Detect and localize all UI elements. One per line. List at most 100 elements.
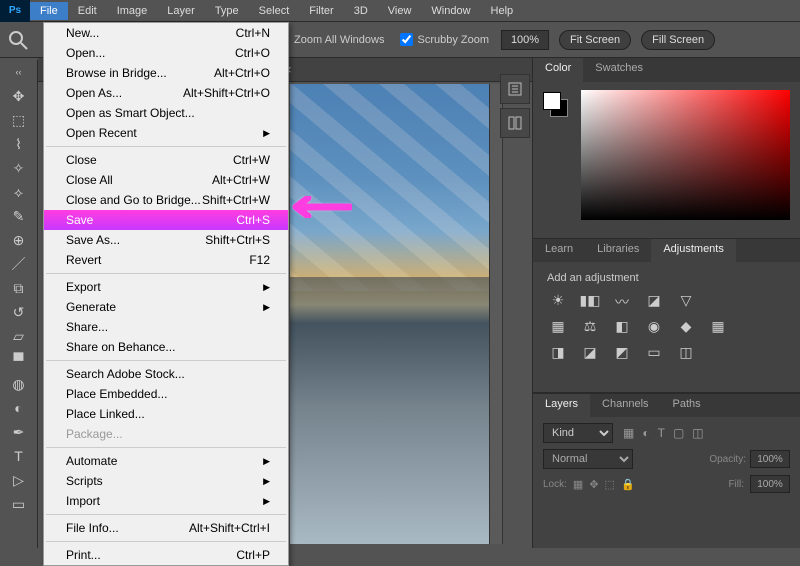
brightness-icon[interactable]: ☀ — [547, 292, 569, 310]
file-menu-share-on-behance[interactable]: Share on Behance... — [44, 337, 288, 357]
marquee-tool[interactable]: ⬚ — [0, 108, 37, 132]
file-menu-save[interactable]: SaveCtrl+S — [44, 210, 288, 230]
file-menu-print[interactable]: Print...Ctrl+P — [44, 545, 288, 565]
fill-input[interactable] — [750, 475, 790, 493]
menu-edit[interactable]: Edit — [68, 2, 107, 20]
crop-tool[interactable]: ⟡ — [0, 180, 37, 204]
curves-icon[interactable]: 〰 — [611, 292, 633, 310]
tab-paths[interactable]: Paths — [661, 394, 713, 417]
lasso-tool[interactable]: ⌇ — [0, 132, 37, 156]
vertical-scrollbar[interactable] — [489, 84, 503, 544]
menu-image[interactable]: Image — [107, 2, 158, 20]
selective-color-icon[interactable]: ◫ — [675, 344, 697, 362]
tab-adjustments[interactable]: Adjustments — [651, 239, 736, 262]
file-menu-search-adobe-stock[interactable]: Search Adobe Stock... — [44, 364, 288, 384]
history-brush-tool[interactable]: ↺ — [0, 300, 37, 324]
menu-select[interactable]: Select — [249, 2, 300, 20]
tab-swatches[interactable]: Swatches — [583, 58, 655, 82]
file-menu-file-info[interactable]: File Info...Alt+Shift+Ctrl+I — [44, 518, 288, 538]
color-balance-icon[interactable]: ⚖ — [579, 318, 601, 336]
menu-filter[interactable]: Filter — [299, 2, 343, 20]
tab-layers[interactable]: Layers — [533, 394, 590, 417]
menu-layer[interactable]: Layer — [157, 2, 205, 20]
channel-mixer-icon[interactable]: ◆ — [675, 318, 697, 336]
layer-kind-filter[interactable]: Kind — [543, 423, 613, 443]
file-menu-save-as[interactable]: Save As...Shift+Ctrl+S — [44, 230, 288, 250]
lock-pixels-icon[interactable]: ▦ — [573, 478, 583, 491]
properties-panel-icon[interactable] — [500, 108, 530, 138]
pen-tool[interactable]: ✒ — [0, 420, 37, 444]
levels-icon[interactable]: ▮◧ — [579, 292, 601, 310]
file-menu-scripts[interactable]: Scripts▶ — [44, 471, 288, 491]
file-menu-revert[interactable]: RevertF12 — [44, 250, 288, 270]
file-menu-browse-in-bridge[interactable]: Browse in Bridge...Alt+Ctrl+O — [44, 63, 288, 83]
fill-screen-button[interactable]: Fill Screen — [641, 30, 715, 50]
move-tool[interactable]: ✥ — [0, 84, 37, 108]
blend-mode-select[interactable]: Normal — [543, 449, 633, 469]
dodge-tool[interactable]: ◐ — [0, 396, 37, 420]
exposure-icon[interactable]: ◪ — [643, 292, 665, 310]
filter-adjust-icon[interactable]: ◐ — [642, 426, 649, 440]
bw-icon[interactable]: ◧ — [611, 318, 633, 336]
type-tool[interactable]: T — [0, 444, 37, 468]
color-field[interactable] — [581, 90, 790, 220]
color-lookup-icon[interactable]: ▦ — [707, 318, 729, 336]
file-menu-export[interactable]: Export▶ — [44, 277, 288, 297]
file-menu-open[interactable]: Open...Ctrl+O — [44, 43, 288, 63]
file-menu-close-all[interactable]: Close AllAlt+Ctrl+W — [44, 170, 288, 190]
tab-libraries[interactable]: Libraries — [585, 239, 651, 262]
photo-filter-icon[interactable]: ◉ — [643, 318, 665, 336]
tab-color[interactable]: Color — [533, 58, 583, 82]
brush-tool[interactable]: ／ — [0, 252, 37, 276]
file-menu-open-recent[interactable]: Open Recent▶ — [44, 123, 288, 143]
filter-type-icon[interactable]: T — [658, 426, 665, 440]
file-menu-share[interactable]: Share... — [44, 317, 288, 337]
file-menu-place-linked[interactable]: Place Linked... — [44, 404, 288, 424]
tab-learn[interactable]: Learn — [533, 239, 585, 262]
filter-shape-icon[interactable]: ▢ — [673, 426, 684, 440]
file-menu-generate[interactable]: Generate▶ — [44, 297, 288, 317]
menu-view[interactable]: View — [378, 2, 422, 20]
menu-3d[interactable]: 3D — [344, 2, 378, 20]
canvas-image[interactable] — [290, 84, 490, 544]
healing-tool[interactable]: ⊕ — [0, 228, 37, 252]
file-menu-open-as-smart-object[interactable]: Open as Smart Object... — [44, 103, 288, 123]
zoom-all-windows-checkbox[interactable]: Zoom All Windows — [294, 34, 384, 46]
vibrance-icon[interactable]: ▽ — [675, 292, 697, 310]
posterize-icon[interactable]: ◪ — [579, 344, 601, 362]
opacity-input[interactable] — [750, 450, 790, 468]
gradient-map-icon[interactable]: ▭ — [643, 344, 665, 362]
rectangle-tool[interactable]: ▭ — [0, 492, 37, 516]
scrubby-zoom-checkbox[interactable]: Scrubby Zoom — [400, 33, 489, 46]
invert-icon[interactable]: ◨ — [547, 344, 569, 362]
menu-type[interactable]: Type — [205, 2, 249, 20]
color-picker[interactable] — [533, 82, 800, 238]
menu-window[interactable]: Window — [421, 2, 480, 20]
history-panel-icon[interactable] — [500, 74, 530, 104]
magic-wand-tool[interactable]: ✧ — [0, 156, 37, 180]
blur-tool[interactable]: ◍ — [0, 372, 37, 396]
file-menu-close[interactable]: CloseCtrl+W — [44, 150, 288, 170]
file-menu-place-embedded[interactable]: Place Embedded... — [44, 384, 288, 404]
menu-file[interactable]: File — [30, 2, 68, 20]
lock-position-icon[interactable]: ✥ — [589, 478, 598, 491]
zoom-value-input[interactable] — [501, 30, 549, 50]
lock-artboard-icon[interactable]: ⬚ — [605, 478, 615, 491]
file-menu-import[interactable]: Import▶ — [44, 491, 288, 511]
gradient-tool[interactable]: ▀ — [0, 348, 37, 372]
foreground-color[interactable] — [543, 92, 561, 110]
file-menu-automate[interactable]: Automate▶ — [44, 451, 288, 471]
file-menu-close-and-go-to-bridge[interactable]: Close and Go to Bridge...Shift+Ctrl+W — [44, 190, 288, 210]
fit-screen-button[interactable]: Fit Screen — [559, 30, 631, 50]
lock-all-icon[interactable]: 🔒 — [621, 478, 635, 491]
hue-icon[interactable]: ▦ — [547, 318, 569, 336]
path-select-tool[interactable]: ▷ — [0, 468, 37, 492]
clone-tool[interactable]: ⧉ — [0, 276, 37, 300]
eraser-tool[interactable]: ▱ — [0, 324, 37, 348]
filter-pixel-icon[interactable]: ▦ — [623, 426, 634, 440]
tab-channels[interactable]: Channels — [590, 394, 660, 417]
fg-bg-swatch[interactable] — [543, 92, 569, 118]
threshold-icon[interactable]: ◩ — [611, 344, 633, 362]
filter-smart-icon[interactable]: ◫ — [692, 426, 703, 440]
file-menu-open-as[interactable]: Open As...Alt+Shift+Ctrl+O — [44, 83, 288, 103]
